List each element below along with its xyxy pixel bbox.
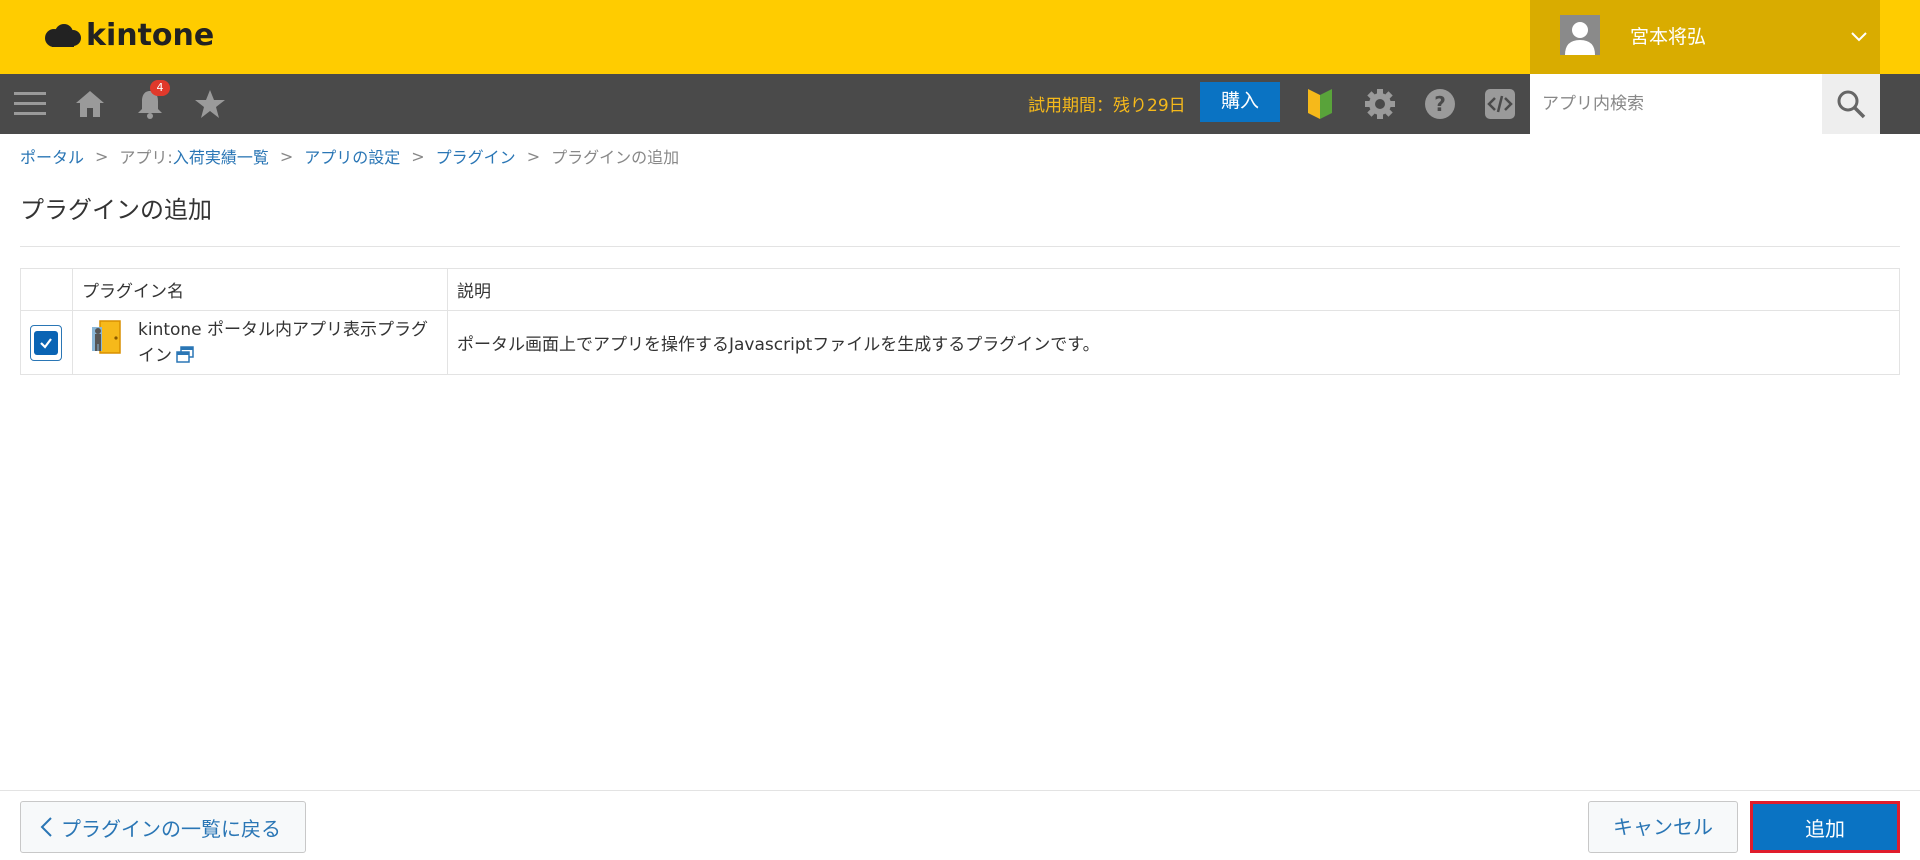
add-button-highlight: 追加 bbox=[1750, 801, 1900, 853]
description-column-header: 説明 bbox=[447, 268, 1900, 311]
plugin-description-cell: ポータル画面上でアプリを操作するJavascriptファイルを生成するプラグイン… bbox=[447, 310, 1900, 375]
back-to-plugin-list-button[interactable]: プラグインの一覧に戻る bbox=[20, 801, 306, 853]
cloud-logo-icon bbox=[45, 23, 81, 47]
chevron-left-icon bbox=[40, 817, 52, 837]
cancel-button[interactable]: キャンセル bbox=[1588, 801, 1738, 853]
buy-button[interactable]: 購入 bbox=[1200, 82, 1280, 122]
search-button[interactable] bbox=[1822, 74, 1880, 134]
breadcrumb-separator: > bbox=[279, 146, 294, 166]
plugin-name-column-header: プラグイン名 bbox=[72, 268, 448, 311]
breadcrumb-app-prefix: アプリ: bbox=[119, 148, 173, 167]
app-header: kintone 宮本将弘 bbox=[0, 0, 1920, 74]
settings-gear-icon[interactable] bbox=[1360, 84, 1400, 124]
checkmark-icon bbox=[40, 337, 52, 349]
table-row: kintone ポータル内アプリ表示プラグイン ポータル画面上でアプリを操作する… bbox=[20, 310, 1900, 375]
user-silhouette-icon bbox=[1560, 15, 1600, 55]
checkbox-column-header bbox=[20, 268, 73, 311]
user-menu[interactable]: 宮本将弘 bbox=[1530, 0, 1880, 74]
plugin-door-icon bbox=[92, 319, 121, 354]
add-button[interactable]: 追加 bbox=[1753, 804, 1897, 850]
logo-text: kintone bbox=[86, 18, 215, 53]
plugin-name-cell: kintone ポータル内アプリ表示プラグイン bbox=[72, 310, 448, 375]
kintone-logo[interactable]: kintone bbox=[44, 18, 214, 53]
breadcrumb-portal[interactable]: ポータル bbox=[20, 144, 84, 168]
search-icon bbox=[1837, 90, 1866, 119]
plugin-select-checkbox[interactable] bbox=[30, 324, 62, 361]
plugin-table: プラグイン名 説明 kintone ポータル内アプリ表示プラグイン ポータル画面… bbox=[20, 268, 1900, 375]
beginner-guide-icon[interactable] bbox=[1300, 84, 1340, 124]
notification-badge: 4 bbox=[150, 80, 170, 96]
avatar bbox=[1560, 15, 1600, 55]
checkbox-checked-fill bbox=[34, 330, 58, 355]
global-toolbar: 4 試用期間：残り29日 購入 ? bbox=[0, 74, 1920, 134]
trial-period-text: 試用期間：残り29日 bbox=[1028, 96, 1186, 116]
row-checkbox-cell bbox=[20, 310, 73, 375]
svg-text:?: ? bbox=[1434, 92, 1446, 116]
breadcrumb-plugins[interactable]: プラグイン bbox=[436, 144, 516, 168]
chevron-down-icon bbox=[1851, 32, 1867, 42]
app-search-input[interactable] bbox=[1530, 74, 1822, 134]
javascript-customize-icon[interactable] bbox=[1480, 84, 1520, 124]
breadcrumb-app-settings[interactable]: アプリの設定 bbox=[304, 144, 400, 168]
favorites-star-icon[interactable] bbox=[190, 84, 230, 124]
page-title: プラグインの追加 bbox=[20, 196, 212, 224]
external-link-icon[interactable] bbox=[176, 345, 194, 364]
help-icon[interactable]: ? bbox=[1420, 84, 1460, 124]
breadcrumb-app-name[interactable]: 入荷実績一覧 bbox=[173, 144, 269, 168]
title-divider bbox=[20, 246, 1900, 247]
home-icon[interactable] bbox=[70, 84, 110, 124]
breadcrumb-separator: > bbox=[526, 146, 541, 166]
user-name: 宮本将弘 bbox=[1630, 26, 1707, 48]
table-header-row: プラグイン名 説明 bbox=[20, 268, 1900, 311]
breadcrumb-separator: > bbox=[95, 146, 109, 166]
back-button-label: プラグインの一覧に戻る bbox=[61, 816, 281, 841]
footer-bar: プラグインの一覧に戻る キャンセル 追加 bbox=[0, 790, 1920, 860]
plugin-name-text: kintone ポータル内アプリ表示プラグイン bbox=[138, 317, 438, 369]
breadcrumb-separator: > bbox=[411, 146, 425, 166]
breadcrumb: ポータル > アプリ: 入荷実績一覧 > アプリの設定 > プラグイン > プラ… bbox=[20, 144, 679, 168]
breadcrumb-current: プラグインの追加 bbox=[551, 148, 680, 167]
hamburger-menu-icon[interactable] bbox=[10, 84, 50, 124]
